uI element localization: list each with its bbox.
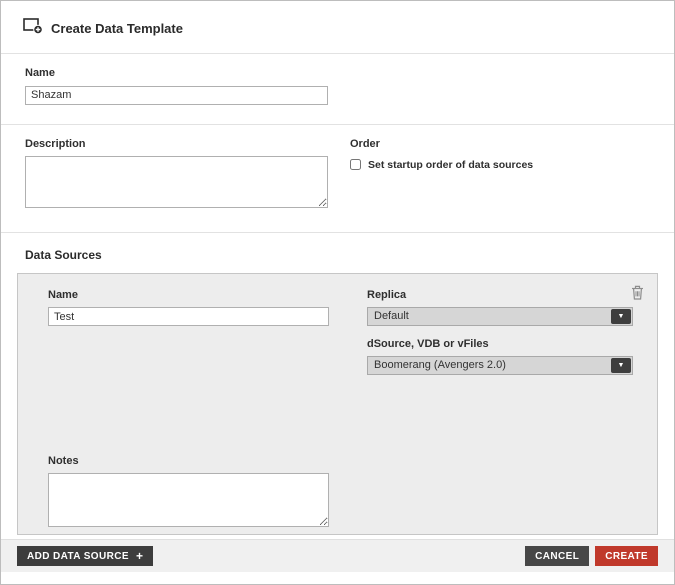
plus-icon: +	[136, 550, 143, 562]
description-order-section: Description Order Set startup order of d…	[1, 125, 674, 232]
cancel-button[interactable]: CANCEL	[525, 546, 589, 566]
notes-block: Notes	[48, 455, 633, 532]
replica-dropdown[interactable]: Default ▼	[367, 307, 633, 326]
replica-label: Replica	[367, 289, 633, 301]
dsource-label: dSource, VDB or vFiles	[367, 338, 633, 350]
add-data-source-button[interactable]: ADD DATA SOURCE +	[17, 546, 153, 566]
notes-textarea[interactable]	[48, 473, 329, 527]
description-textarea[interactable]	[25, 156, 328, 208]
create-template-icon	[23, 17, 43, 40]
data-sources-heading: Data Sources	[1, 233, 674, 271]
name-section: Name	[1, 54, 674, 124]
dsource-dropdown[interactable]: Boomerang (Avengers 2.0) ▼	[367, 356, 633, 375]
data-source-card: Name Replica Default ▼ dSource, VDB or v…	[17, 273, 658, 535]
order-column: Order Set startup order of data sources	[350, 138, 650, 213]
dialog-title: Create Data Template	[51, 21, 183, 36]
startup-order-row: Set startup order of data sources	[350, 159, 650, 171]
description-label: Description	[25, 138, 328, 150]
create-data-template-dialog: Create Data Template Name Description Or…	[0, 0, 675, 585]
chevron-down-icon: ▼	[611, 309, 631, 324]
startup-order-checkbox-label: Set startup order of data sources	[368, 159, 533, 171]
order-label: Order	[350, 138, 650, 150]
source-name-column: Name	[48, 289, 329, 375]
name-input[interactable]	[25, 86, 328, 105]
dialog-footer: ADD DATA SOURCE + CANCEL CREATE	[1, 539, 674, 572]
source-name-input[interactable]	[48, 307, 329, 326]
data-source-fields: Name Replica Default ▼ dSource, VDB or v…	[48, 289, 633, 375]
source-name-label: Name	[48, 289, 329, 301]
footer-actions: CANCEL CREATE	[525, 546, 658, 566]
dsource-selected-value: Boomerang (Avengers 2.0)	[374, 359, 506, 371]
notes-label: Notes	[48, 455, 633, 467]
source-selects-column: Replica Default ▼ dSource, VDB or vFiles…	[367, 289, 633, 375]
replica-selected-value: Default	[374, 310, 409, 322]
dialog-header: Create Data Template	[1, 1, 674, 53]
delete-data-source-button[interactable]	[631, 285, 644, 300]
add-data-source-label: ADD DATA SOURCE	[27, 551, 129, 562]
chevron-down-icon: ▼	[611, 358, 631, 373]
trash-icon	[631, 288, 644, 303]
create-button[interactable]: CREATE	[595, 546, 658, 566]
name-label: Name	[25, 67, 650, 79]
startup-order-checkbox[interactable]	[350, 159, 361, 170]
description-column: Description	[25, 138, 328, 213]
